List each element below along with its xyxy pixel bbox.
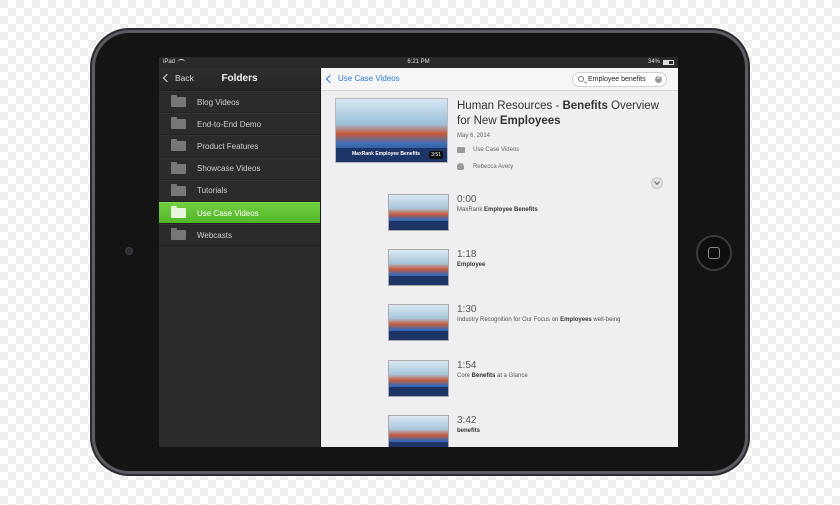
chapter-time: 1:18 (457, 249, 477, 260)
status-time: 6:21 PM (407, 59, 430, 65)
chapter-time: 3:42 (457, 415, 477, 426)
chapter-thumbnail (388, 360, 449, 397)
folders-sidebar: Back Folders Blog Videos End-to-End Demo P… (159, 68, 321, 447)
folder-icon (171, 228, 186, 241)
thumbnail-title: MaxRank Employee Benefits (352, 151, 421, 157)
battery-percent: 34% (647, 59, 660, 65)
duration-badge: 3:51 (429, 151, 443, 159)
sidebar-item-label: Product Features (197, 141, 259, 151)
clear-search-icon[interactable]: × (655, 76, 662, 83)
ipad-screen: iPad 6:21 PM 34% Back Folders Blog Video… (159, 57, 678, 447)
chapter-item[interactable]: 3:42 benefits (388, 415, 668, 447)
status-bar: iPad 6:21 PM 34% (159, 57, 678, 68)
use-case-videos-back-button[interactable]: Use Case Videos (325, 74, 400, 83)
main-content: Use Case Videos Employee benefits × MaxR… (322, 68, 678, 447)
home-button[interactable] (696, 235, 732, 271)
featured-author-label: Rebecca Avery (473, 163, 514, 170)
sidebar-item-webcasts[interactable]: Webcasts (159, 224, 320, 247)
chapter-description: MaxRank Employee Benefits (457, 207, 538, 213)
featured-video-thumbnail[interactable]: MaxRank Employee Benefits 3:51 (335, 98, 448, 163)
search-input[interactable]: Employee benefits × (572, 72, 667, 87)
search-value: Employee benefits (588, 76, 646, 83)
chapter-time: 0:00 (457, 194, 477, 205)
featured-video-date: May 6, 2014 (457, 133, 491, 139)
folder-icon (457, 147, 465, 153)
featured-video-title[interactable]: Human Resources - Benefits Overview for … (457, 99, 675, 129)
folder-list: Blog Videos End-to-End Demo Product Featur… (159, 91, 320, 247)
chapter-thumbnail (388, 415, 449, 447)
home-square-icon (708, 247, 720, 259)
back-link-label: Use Case Videos (338, 74, 400, 83)
featured-folder: Use Case Videos (457, 147, 519, 153)
download-icon[interactable] (651, 177, 663, 189)
chapter-thumbnail (388, 249, 449, 286)
sidebar-item-showcase-videos[interactable]: Showcase Videos (159, 157, 320, 180)
user-icon (457, 163, 464, 170)
chapter-description: Core Benefits at a Glance (457, 373, 528, 379)
chapter-item[interactable]: 1:18 Employee (388, 249, 668, 289)
chapter-item[interactable]: 0:00 MaxRank Employee Benefits (388, 194, 668, 234)
chapter-item[interactable]: 1:54 Core Benefits at a Glance (388, 360, 668, 400)
sidebar-item-tutorials[interactable]: Tutorials (159, 179, 320, 202)
chapter-thumbnail (388, 194, 449, 231)
sidebar-item-label: Blog Videos (197, 97, 240, 107)
sidebar-item-blog-videos[interactable]: Blog Videos (159, 91, 320, 114)
sidebar-item-label: Showcase Videos (197, 164, 261, 174)
chapter-time: 1:54 (457, 360, 477, 371)
chapter-item[interactable]: 1:30 Industry Recognition for Our Focus o… (388, 304, 668, 344)
chapter-description: benefits (457, 428, 481, 434)
folder-icon (171, 206, 186, 219)
search-icon (578, 76, 584, 82)
chapter-description: Industry Recognition for Our Focus on Em… (457, 317, 621, 323)
folder-icon (171, 117, 186, 130)
battery-icon (663, 60, 674, 65)
chapter-time: 1:30 (457, 304, 477, 315)
featured-author: Rebecca Avery (457, 163, 513, 170)
sidebar-item-label: Webcasts (197, 230, 232, 240)
folder-icon (171, 95, 186, 108)
sidebar-title: Folders (221, 73, 258, 84)
sidebar-header: Back Folders (159, 68, 320, 91)
sidebar-item-product-features[interactable]: Product Features (159, 135, 320, 158)
chevron-left-icon (325, 74, 335, 83)
camera-icon (125, 247, 133, 255)
sidebar-item-end-to-end-demo[interactable]: End-to-End Demo (159, 113, 320, 136)
main-header: Use Case Videos Employee benefits × (322, 68, 678, 91)
sidebar-item-label: End-to-End Demo (197, 119, 262, 129)
sidebar-item-label: Use Case Videos (197, 208, 259, 218)
folder-icon (171, 183, 186, 196)
folder-icon (171, 161, 186, 174)
featured-folder-label: Use Case Videos (473, 147, 520, 153)
chapter-thumbnail (388, 304, 449, 341)
sidebar-item-use-case-videos[interactable]: Use Case Videos (159, 201, 320, 225)
chapter-description: Employee (457, 262, 486, 268)
sidebar-item-label: Tutorials (197, 186, 228, 196)
folder-icon (171, 139, 186, 152)
